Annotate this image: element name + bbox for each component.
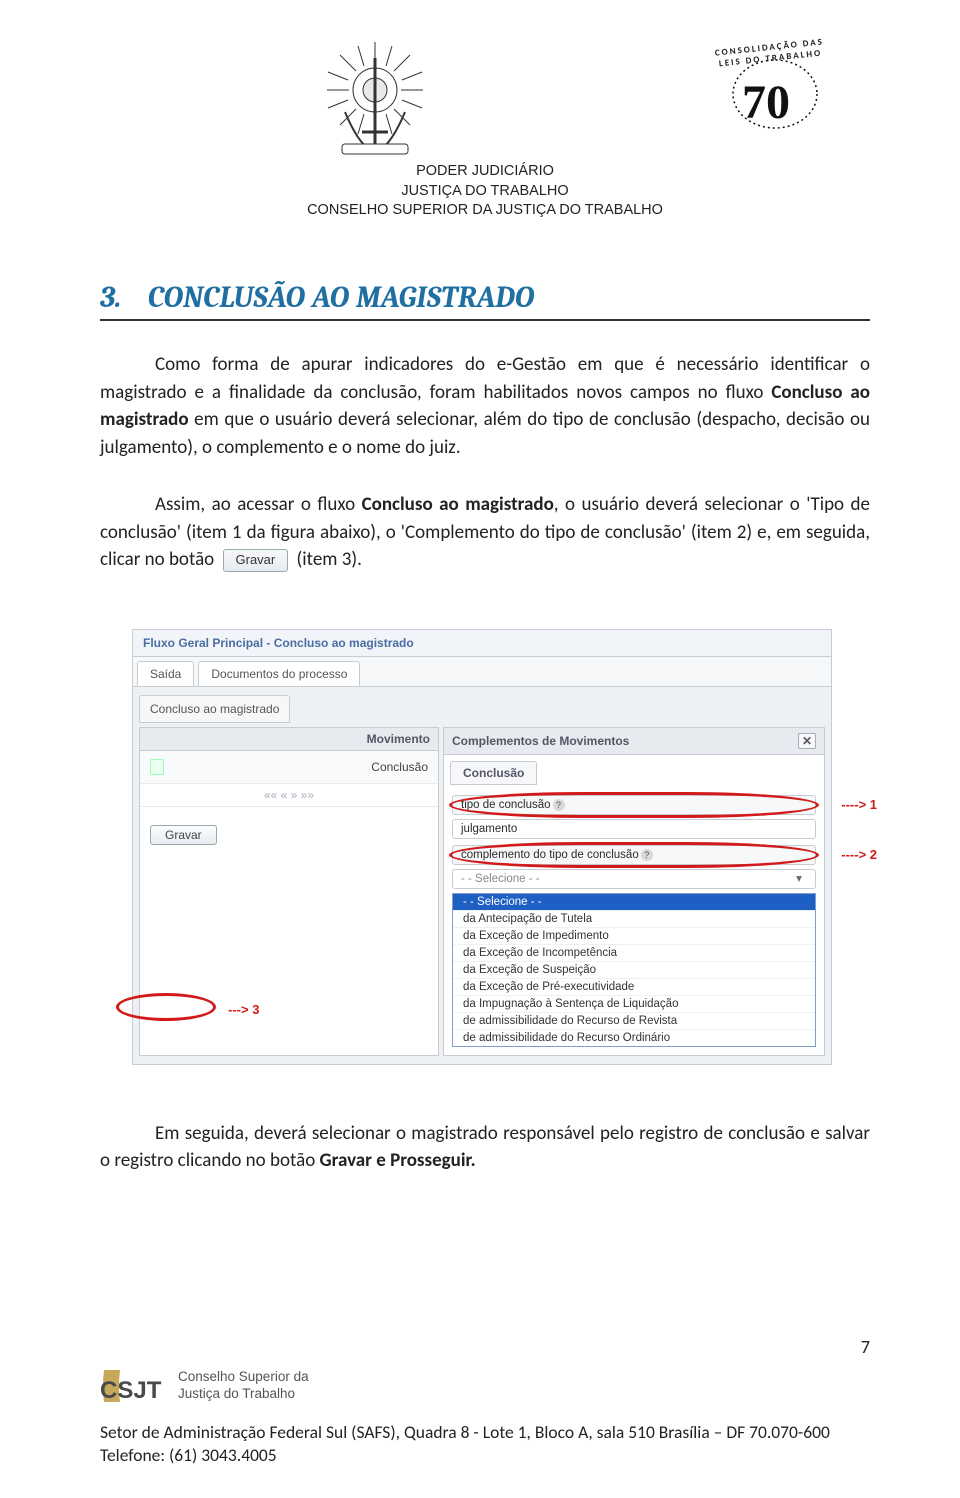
- header-institution-text: PODER JUDICIÁRIO JUSTIÇA DO TRABALHO CON…: [100, 162, 870, 221]
- gravar-chip-inline: Gravar: [223, 549, 289, 572]
- conclusao-tab-row: Conclusão: [444, 755, 824, 785]
- select-option[interactable]: da Exceção de Impedimento: [453, 928, 815, 945]
- select-option[interactable]: da Antecipação de Tutela: [453, 911, 815, 928]
- subtab-row: Concluso ao magistrado: [133, 687, 831, 723]
- section-heading: CONCLUSÃO AO MAGISTRADO: [148, 280, 535, 315]
- complemento-select-closed[interactable]: - - Selecione - - ▾: [452, 869, 816, 889]
- p2-bold: Concluso ao magistrado: [362, 493, 554, 516]
- anniversary-70-logo-icon: CONSOLIDAÇÃO DAS LEIS DO TRABALHO 70: [730, 50, 820, 140]
- header-line3: CONSELHO SUPERIOR DA JUSTIÇA DO TRABALHO: [100, 201, 870, 221]
- annotation-arrow-2: ----> 2: [841, 847, 877, 862]
- select-option[interactable]: da Exceção de Pré-executividade: [453, 979, 815, 996]
- tab-documentos[interactable]: Documentos do processo: [198, 661, 360, 686]
- logo70-number: 70: [742, 76, 790, 129]
- csjt-mark-icon: CSJT: [100, 1366, 164, 1406]
- csjt-text: Conselho Superior da Justiça do Trabalho: [178, 1369, 309, 1403]
- p1-text-a: Como forma de apurar indicadores do e-Ge…: [100, 353, 870, 404]
- tab-conclusao[interactable]: Conclusão: [450, 761, 537, 785]
- select-option[interactable]: - - Selecione - -: [453, 894, 815, 911]
- p1-text-c: em que o usuário deverá selecionar, além…: [100, 408, 870, 459]
- csjt-line1: Conselho Superior da: [178, 1369, 309, 1386]
- select-placeholder: - - Selecione - -: [461, 873, 540, 885]
- pje-panel: Fluxo Geral Principal - Concluso ao magi…: [132, 629, 832, 1065]
- annotation-arrow-3: ---> 3: [228, 1002, 259, 1017]
- complementos-panel: Complementos de Movimentos ✕ Conclusão t…: [443, 727, 825, 1056]
- csjt-acronym: CSJT: [100, 1377, 162, 1404]
- subtab-concluso[interactable]: Concluso ao magistrado: [139, 695, 290, 723]
- csjt-footer-logo: CSJT Conselho Superior da Justiça do Tra…: [100, 1366, 309, 1406]
- tipo-conclusao-value: julgamento: [452, 819, 816, 839]
- select-option[interactable]: da Exceção de Suspeição: [453, 962, 815, 979]
- panel-body: . Movimento Conclusão «« « » »» Gravar -…: [133, 723, 831, 1064]
- annotation-ring-3: [116, 993, 216, 1021]
- mov-header-right: Movimento: [367, 732, 430, 746]
- complemento-select-open[interactable]: - - Selecione - - da Antecipação de Tute…: [452, 893, 816, 1047]
- p2-text-a: Assim, ao acessar o fluxo: [155, 493, 362, 516]
- p3-bold: Gravar e Prosseguir.: [320, 1149, 476, 1172]
- select-option[interactable]: da Impugnação à Sentença de Liquidação: [453, 996, 815, 1013]
- p2-text-d: (item 3).: [297, 548, 362, 571]
- csjt-line2: Justiça do Trabalho: [178, 1386, 309, 1403]
- footer-address-line: Setor de Administração Federal Sul (SAFS…: [100, 1421, 870, 1445]
- movimento-row[interactable]: Conclusão: [140, 751, 438, 784]
- paragraph-3: Em seguida, deverá selecionar o magistra…: [100, 1120, 870, 1175]
- pager[interactable]: «« « » »»: [140, 784, 438, 807]
- paragraph-1: Como forma de apurar indicadores do e-Ge…: [100, 351, 870, 461]
- tab-saida[interactable]: Saída: [137, 661, 194, 686]
- footer-address: Setor de Administração Federal Sul (SAFS…: [100, 1421, 870, 1468]
- paragraph-2: Assim, ao acessar o fluxo Concluso ao ma…: [100, 491, 870, 574]
- complementos-title-bar: Complementos de Movimentos ✕: [444, 728, 824, 755]
- page-header: CONSOLIDAÇÃO DAS LEIS DO TRABALHO 70 POD…: [100, 40, 870, 230]
- annotation-arrow-1: ----> 1: [841, 797, 877, 812]
- header-line2: JUSTIÇA DO TRABALHO: [100, 182, 870, 202]
- movimento-panel: . Movimento Conclusão «« « » »» Gravar -…: [139, 727, 439, 1056]
- movimento-value: Conclusão: [174, 760, 428, 774]
- header-line1: PODER JUDICIÁRIO: [100, 162, 870, 182]
- page-number: 7: [861, 1336, 870, 1358]
- select-option[interactable]: da Exceção de Incompetência: [453, 945, 815, 962]
- document-icon: [150, 759, 164, 775]
- flow-title: Fluxo Geral Principal - Concluso ao magi…: [133, 630, 831, 657]
- top-tabs: Saída Documentos do processo: [133, 657, 831, 687]
- section-number: 3.: [100, 280, 121, 315]
- select-option[interactable]: de admissibilidade do Recurso de Revista: [453, 1013, 815, 1030]
- embedded-screenshot: Fluxo Geral Principal - Concluso ao magi…: [94, 629, 870, 1065]
- gravar-button[interactable]: Gravar: [150, 825, 217, 845]
- annotation-ring-2: [449, 842, 819, 868]
- p3-text: Em seguida, deverá selecionar o magistra…: [100, 1122, 870, 1173]
- movimento-header: . Movimento: [140, 728, 438, 751]
- annotation-ring-1: [449, 792, 819, 818]
- tipo-conclusao-field[interactable]: tipo de conclusão? ----> 1: [452, 795, 816, 815]
- chevron-down-icon[interactable]: ▾: [791, 873, 807, 887]
- field-stack: tipo de conclusão? ----> 1 julgamento co…: [444, 785, 824, 1055]
- complementos-title: Complementos de Movimentos: [452, 734, 629, 748]
- section-title: 3. CONCLUSÃO AO MAGISTRADO: [100, 280, 870, 321]
- complemento-tipo-field[interactable]: complemento do tipo de conclusão? ----> …: [452, 845, 816, 865]
- close-icon[interactable]: ✕: [798, 733, 816, 749]
- footer-phone: Telefone: (61) 3043.4005: [100, 1444, 870, 1468]
- national-emblem-icon: [320, 40, 430, 165]
- select-option[interactable]: de admissibilidade do Recurso Ordinário: [453, 1030, 815, 1046]
